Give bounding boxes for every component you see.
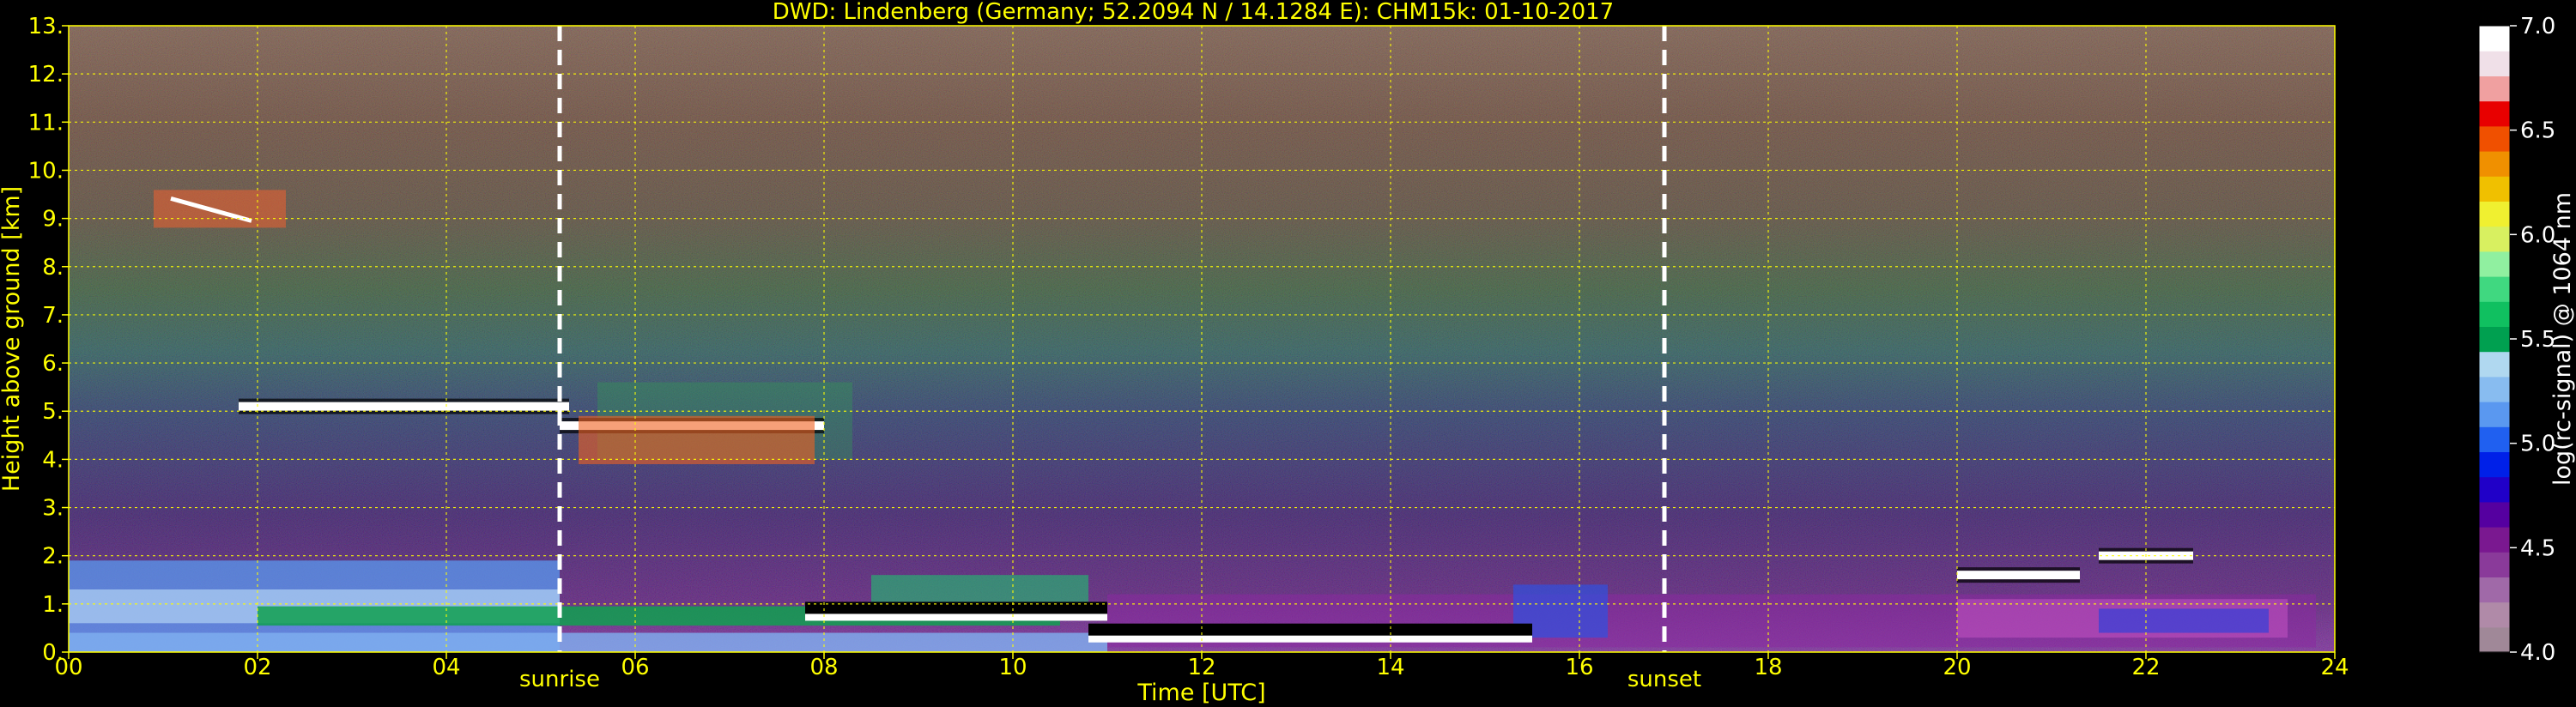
x-tick-label: 10: [998, 655, 1027, 680]
cloud-layer: [239, 402, 569, 411]
colorbar-swatch: [2479, 451, 2510, 478]
colorbar-swatch: [2479, 376, 2510, 402]
colorbar-swatch: [2479, 26, 2510, 51]
annotation-labels: sunrise sunset: [519, 667, 1701, 692]
colorbar-swatch: [2479, 226, 2510, 252]
colorbar-swatch: [2479, 301, 2510, 327]
colorbar-swatch: [2479, 251, 2510, 277]
x-tick-label: 14: [1376, 655, 1404, 680]
y-tick-label: 4.: [42, 447, 64, 473]
colorbar-swatch: [2479, 326, 2510, 353]
colorbar-swatch: [2479, 100, 2510, 127]
x-tick-label: 20: [1943, 655, 1971, 680]
cloud-layer: [1957, 571, 2080, 580]
colorbar-swatch: [2479, 626, 2510, 653]
y-tick-label: 7.: [42, 303, 64, 329]
colorbar-swatch: [2479, 426, 2510, 452]
y-tick-label: 0.: [42, 640, 64, 666]
colorbar-swatch: [2479, 476, 2510, 503]
y-tick-label: 1.: [42, 592, 64, 618]
x-axis-label: Time [UTC]: [1136, 680, 1265, 706]
y-tick-label: 3.: [42, 496, 64, 522]
y-tick-label: 11.: [28, 110, 64, 136]
annotation-label: sunrise: [519, 667, 600, 692]
y-axis-ticks: 0. 1. 2. 3. 4. 5. 6. 7. 8. 9. 10. 11. 12. 13.: [28, 14, 69, 666]
colorbar-swatch: [2479, 51, 2510, 76]
x-tick-label: 18: [1754, 655, 1782, 680]
y-tick-label: 9.: [42, 207, 64, 233]
x-tick-label: 24: [2320, 655, 2349, 680]
lidar-figure: DWD: Lindenberg (Germany; 52.2094 N / 14…: [0, 0, 2576, 706]
colorbar-swatch: [2479, 402, 2510, 427]
aerosol-band: [69, 632, 1107, 652]
x-tick-label: 08: [809, 655, 838, 680]
colorbar-swatches: [2479, 26, 2510, 653]
annotation-label: sunset: [1627, 667, 1701, 692]
x-tick-label: 06: [621, 655, 649, 680]
colorbar-tick-label: 6.5: [2520, 118, 2555, 144]
x-tick-label: 16: [1565, 655, 1593, 680]
chart-title: DWD: Lindenberg (Germany; 52.2094 N / 14…: [773, 0, 1614, 25]
colorbar-swatch: [2479, 601, 2510, 628]
colorbar: 4.04.55.05.56.06.57.0 log(rc-signal) @ 1…: [2478, 14, 2576, 666]
cloud-layer: [1088, 635, 1532, 643]
cloud-layer: [154, 190, 286, 228]
y-tick-label: 6.: [42, 351, 64, 377]
y-tick-label: 10.: [28, 158, 64, 184]
colorbar-swatch: [2479, 501, 2510, 528]
colorbar-swatch: [2479, 552, 2510, 577]
colorbar-swatch: [2479, 201, 2510, 227]
y-tick-label: 8.: [42, 255, 64, 281]
colorbar-tick-label: 4.5: [2520, 535, 2555, 561]
colorbar-tick-label: 7.0: [2520, 14, 2555, 39]
x-tick-label: 12: [1187, 655, 1215, 680]
cloud-layer: [579, 415, 815, 464]
colorbar-swatch: [2479, 125, 2510, 152]
x-tick-label: 04: [432, 655, 460, 680]
colorbar-swatch: [2479, 176, 2510, 202]
colorbar-swatch: [2479, 351, 2510, 378]
colorbar-label: log(rc-signal) @ 1064 nm: [2549, 192, 2576, 486]
y-tick-label: 12.: [28, 62, 64, 88]
y-tick-label: 5.: [42, 399, 64, 425]
plot-area: [68, 25, 2336, 653]
colorbar-swatch: [2479, 276, 2510, 302]
x-tick-label: 22: [2131, 655, 2160, 680]
colorbar-swatch: [2479, 577, 2510, 603]
colorbar-swatch: [2479, 76, 2510, 102]
colorbar-swatch: [2479, 151, 2510, 177]
cloud-layer: [805, 613, 1107, 621]
colorbar-tick-label: 4.0: [2520, 640, 2555, 666]
aerosol-band: [2099, 608, 2269, 633]
x-axis-ticks: 00 02 04 06 08 10 12 14 16 18 20 22 24: [54, 652, 2349, 680]
y-tick-label: 13.: [28, 14, 64, 39]
y-axis-label: Height above ground [km]: [0, 186, 25, 492]
cloud-layer: [1088, 623, 1532, 638]
x-tick-label: 02: [243, 655, 271, 680]
colorbar-swatch: [2479, 527, 2510, 553]
y-tick-label: 2.: [42, 544, 64, 570]
